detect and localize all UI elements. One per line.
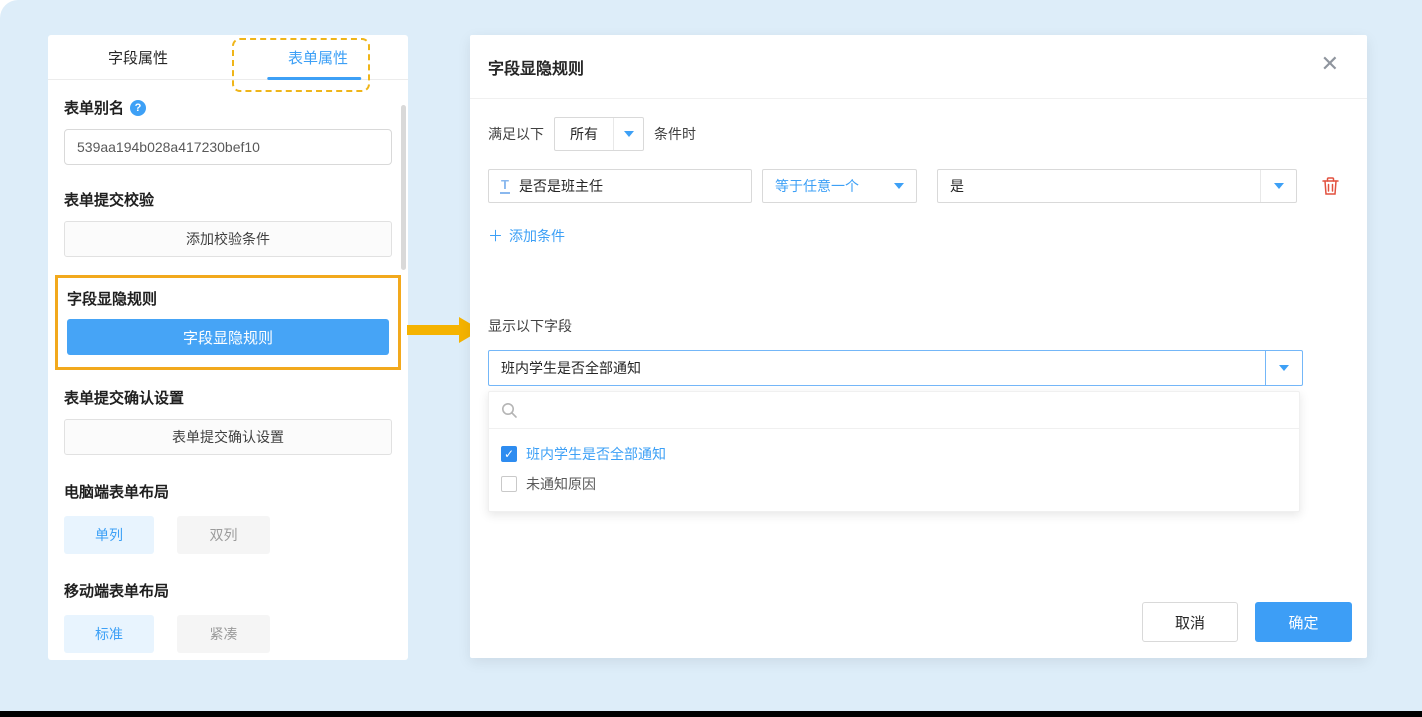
annotation-highlight-box: 字段显隐规则 字段显隐规则 <box>55 275 401 370</box>
confirm-button[interactable]: 确定 <box>1255 602 1352 642</box>
condition-suffix-text: 条件时 <box>654 124 696 144</box>
condition-match-row: 满足以下 所有 条件时 <box>488 117 1349 151</box>
close-icon[interactable]: ✕ <box>1321 53 1339 75</box>
tab-form-properties[interactable]: 表单属性 <box>228 35 408 79</box>
form-alias-label: 表单别名 <box>64 97 124 118</box>
trash-icon <box>1321 176 1340 196</box>
chevron-down-icon <box>1279 365 1289 371</box>
field-visibility-rules-dialog: 字段显隐规则 ✕ 满足以下 所有 条件时 T 是否是班主任 等于任意一个 <box>470 35 1367 658</box>
pc-layout-label: 电脑端表单布局 <box>64 481 392 502</box>
dropdown-option-unchecked[interactable]: 未通知原因 <box>501 469 1287 499</box>
show-fields-dropdown-panel: ✓ 班内学生是否全部通知 未通知原因 <box>488 391 1300 512</box>
dropdown-search-row <box>489 392 1299 429</box>
condition-operator-value: 等于任意一个 <box>775 176 859 196</box>
panel-scrollbar[interactable] <box>401 105 406 270</box>
show-fields-select[interactable]: 班内学生是否全部通知 <box>488 350 1303 386</box>
condition-prefix-text: 满足以下 <box>488 124 544 144</box>
condition-value-caret-cell[interactable] <box>1260 170 1296 202</box>
form-alias-input[interactable] <box>64 129 392 165</box>
pc-layout-single-column-button[interactable]: 单列 <box>64 516 154 554</box>
dropdown-option-checked[interactable]: ✓ 班内学生是否全部通知 <box>501 439 1287 469</box>
add-validation-condition-button[interactable]: 添加校验条件 <box>64 221 392 257</box>
dropdown-option-label: 未通知原因 <box>526 474 596 494</box>
search-icon <box>501 402 518 419</box>
delete-condition-button[interactable] <box>1321 176 1340 196</box>
dialog-header: 字段显隐规则 ✕ <box>470 35 1367 99</box>
submit-confirm-settings-button[interactable]: 表单提交确认设置 <box>64 419 392 455</box>
condition-field-value: 是否是班主任 <box>519 176 603 196</box>
active-tab-underline <box>267 77 361 80</box>
pc-layout-double-column-button[interactable]: 双列 <box>177 516 270 554</box>
dialog-title: 字段显隐规则 <box>488 55 584 79</box>
checkbox-checked-icon[interactable]: ✓ <box>501 446 517 462</box>
mobile-layout-toggle: 标准 紧凑 <box>64 615 392 653</box>
mobile-layout-compact-button[interactable]: 紧凑 <box>177 615 270 653</box>
field-visibility-rules-button[interactable]: 字段显隐规则 <box>67 319 389 355</box>
chevron-down-icon <box>894 183 904 189</box>
dropdown-option-label: 班内学生是否全部通知 <box>526 444 666 464</box>
condition-operator-select[interactable]: 等于任意一个 <box>762 169 917 203</box>
cancel-button[interactable]: 取消 <box>1142 602 1238 642</box>
annotation-arrow-shaft <box>407 325 460 335</box>
form-alias-label-row: 表单别名 ? <box>64 97 392 118</box>
match-mode-caret-cell[interactable] <box>613 118 643 150</box>
mobile-layout-label: 移动端表单布局 <box>64 580 392 601</box>
match-mode-value: 所有 <box>555 118 613 150</box>
submit-confirm-label: 表单提交确认设置 <box>64 387 392 408</box>
add-condition-label: 添加条件 <box>509 226 565 246</box>
plus-icon: ＋ <box>488 225 503 246</box>
pc-layout-toggle: 单列 双列 <box>64 516 392 554</box>
chevron-down-icon <box>624 131 634 137</box>
mobile-layout-standard-button[interactable]: 标准 <box>64 615 154 653</box>
submit-validation-label: 表单提交校验 <box>64 189 392 210</box>
condition-field-select[interactable]: T 是否是班主任 <box>488 169 752 203</box>
panel-tabs: 字段属性 表单属性 <box>48 35 408 80</box>
dialog-footer: 取消 确定 <box>1142 602 1352 642</box>
tab-field-properties[interactable]: 字段属性 <box>48 35 228 79</box>
show-fields-caret-cell[interactable] <box>1265 351 1302 385</box>
condition-value-select[interactable]: 是 <box>937 169 1297 203</box>
tab-form-properties-label: 表单属性 <box>288 47 348 68</box>
dropdown-options: ✓ 班内学生是否全部通知 未通知原因 <box>489 429 1299 511</box>
checkbox-unchecked-icon[interactable] <box>501 476 517 492</box>
tab-field-properties-label: 字段属性 <box>108 47 168 68</box>
show-fields-label: 显示以下字段 <box>488 316 1349 336</box>
match-mode-select[interactable]: 所有 <box>554 117 644 151</box>
condition-row: T 是否是班主任 等于任意一个 是 <box>488 169 1349 203</box>
chevron-down-icon <box>1274 183 1284 189</box>
condition-value-text: 是 <box>938 170 1260 202</box>
window-bottom-edge <box>0 711 1422 717</box>
dropdown-search-input[interactable] <box>526 402 1287 418</box>
show-fields-select-value: 班内学生是否全部通知 <box>489 351 1265 385</box>
text-field-type-icon: T <box>500 178 510 194</box>
add-condition-button[interactable]: ＋ 添加条件 <box>488 225 565 246</box>
field-visibility-label: 字段显隐规则 <box>67 288 389 309</box>
form-properties-panel: 字段属性 表单属性 表单别名 ? 表单提交校验 添加校验条件 字段显隐规则 字段… <box>48 35 408 660</box>
help-icon[interactable]: ? <box>130 100 146 116</box>
